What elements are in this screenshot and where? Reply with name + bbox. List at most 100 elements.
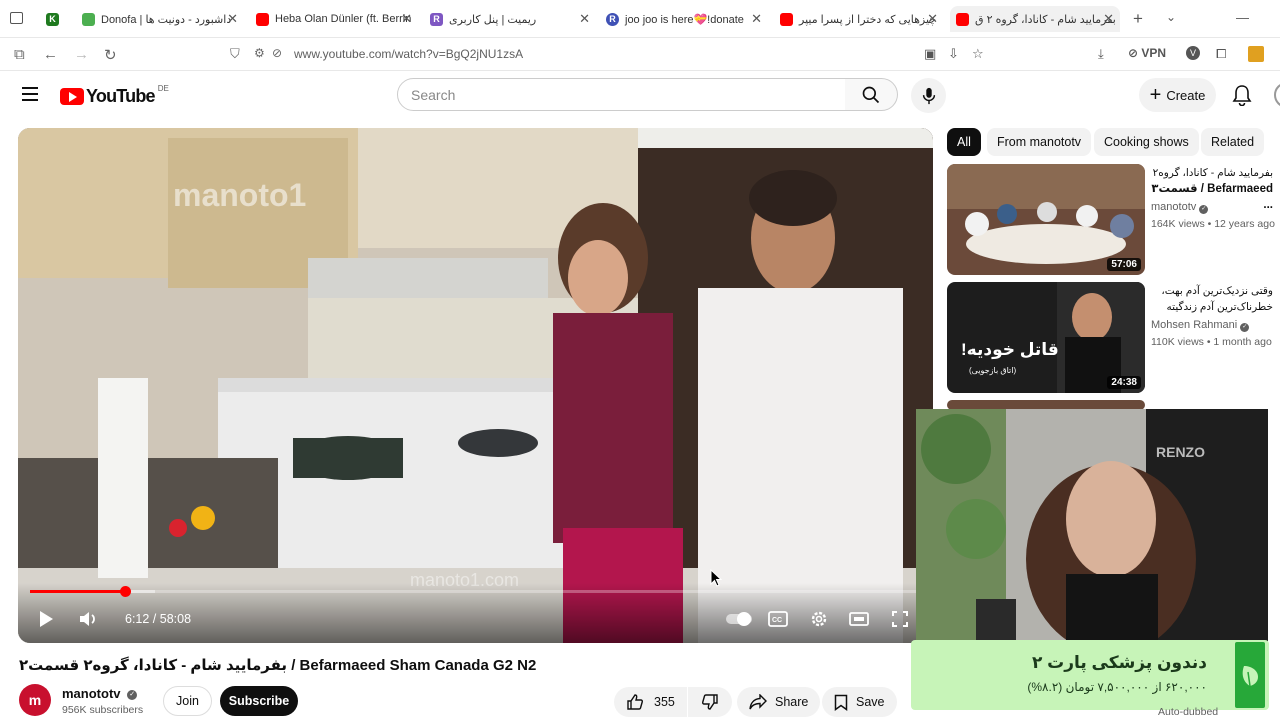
search-input[interactable]: Search: [397, 78, 846, 111]
microphone-icon: [922, 87, 935, 104]
back-arrow-icon[interactable]: ←: [43, 46, 58, 63]
recommended-thumbnail[interactable]: قاتل خودیه! (اتاق بازجویی) 24:38: [947, 282, 1145, 393]
forward-arrow-icon[interactable]: →: [74, 46, 89, 63]
recommended-title-line: بفرمایید شام - کانادا، گروه۲: [1152, 167, 1273, 179]
tracking-off-icon[interactable]: ⊘: [272, 46, 282, 60]
theater-mode-button[interactable]: [847, 607, 871, 631]
thumbs-up-icon: [627, 694, 643, 710]
tab-7-active[interactable]: بفرمایید شام - کانادا، گروه ۲ ق ✕: [950, 6, 1120, 32]
k-favicon-icon: K: [46, 12, 59, 26]
reload-icon[interactable]: ↻: [104, 46, 117, 64]
recommended-title[interactable]: وقتی نزدیک‌ترین آدم بهت، خطرناک‌ترین آدم…: [1151, 283, 1273, 315]
progress-played: [30, 590, 126, 593]
play-icon: [40, 611, 53, 627]
join-button[interactable]: Join: [163, 686, 212, 716]
extensions-icon[interactable]: ⧠: [1216, 46, 1226, 62]
voice-search-button[interactable]: [911, 78, 946, 113]
recommended-channel[interactable]: Mohsen Rahmani ✓: [1151, 319, 1250, 332]
create-label: Create: [1166, 87, 1206, 103]
menu-icon[interactable]: [22, 87, 38, 101]
share-icon: [749, 694, 767, 710]
image-icon[interactable]: ▣: [924, 46, 936, 62]
verified-icon: ✓: [127, 689, 138, 700]
progress-bar[interactable]: [30, 586, 921, 597]
like-count: 355: [654, 695, 675, 709]
download-page-icon[interactable]: ⇩: [948, 46, 959, 62]
tab-manager-icon[interactable]: [10, 12, 23, 24]
recommended-thumbnail[interactable]: 57:06: [947, 164, 1145, 275]
mouse-cursor-icon: [710, 569, 722, 587]
autoplay-toggle[interactable]: [725, 607, 753, 631]
save-button[interactable]: Save: [822, 687, 897, 717]
sidebar-toggle-icon[interactable]: ⧉: [14, 46, 25, 63]
svg-text:CC: CC: [772, 617, 782, 624]
search-icon: [862, 86, 880, 103]
recommended-meta: 164K views • 12 years ago: [1151, 218, 1275, 230]
vpn-button[interactable]: ⊘ VPN: [1128, 46, 1166, 60]
minimize-icon[interactable]: —: [1236, 10, 1249, 25]
tab-2[interactable]: داشبورد - دونیت ها | Donofa ✕: [82, 6, 238, 32]
gear-icon: [811, 611, 827, 627]
verified-icon: ✓: [1199, 205, 1209, 214]
video-player[interactable]: manoto1 manoto1.com 6:12 / 58:08 CC: [18, 128, 933, 643]
search-button[interactable]: [845, 78, 898, 111]
vpn-label: VPN: [1141, 46, 1167, 60]
chip-related[interactable]: Related: [1201, 128, 1265, 156]
plus-icon: +: [1149, 84, 1162, 106]
url-field[interactable]: www.youtube.com/watch?v=BgQ2jNU1zsA: [294, 47, 523, 61]
watermark-text: manoto1: [173, 177, 306, 213]
recommended-title-line: وقتی نزدیک‌ترین آدم بهت،: [1161, 285, 1273, 297]
chip-all[interactable]: All: [947, 128, 981, 156]
bookmark-star-icon[interactable]: ☆: [972, 46, 984, 62]
create-button[interactable]: + Create: [1139, 78, 1216, 112]
shield-icon[interactable]: ⛉: [230, 46, 240, 62]
fullscreen-button[interactable]: [888, 607, 912, 631]
share-label: Share: [775, 695, 809, 709]
account-avatar[interactable]: [1274, 82, 1280, 108]
volume-button[interactable]: [77, 607, 101, 631]
autoplay-icon: [726, 612, 752, 626]
channel-avatar[interactable]: m: [19, 684, 51, 716]
tab-1[interactable]: K: [46, 6, 62, 32]
play-button[interactable]: [34, 607, 58, 631]
tab-list-chevron-icon[interactable]: ⌄: [1166, 10, 1176, 24]
tab-5[interactable]: R joo joo is here💝!donate ✕: [606, 6, 762, 32]
close-icon[interactable]: ✕: [751, 11, 762, 27]
avatar[interactable]: [1248, 46, 1264, 62]
search-placeholder: Search: [411, 86, 456, 103]
tab-3[interactable]: Heba Olan Dünler (ft. Berrin ✕: [256, 6, 412, 32]
share-button[interactable]: Share: [737, 687, 821, 717]
site-settings-icon[interactable]: ⚙: [254, 46, 265, 60]
youtube-header: YouTube DE Search + Create: [0, 72, 1280, 118]
dislike-button[interactable]: [688, 687, 732, 717]
tab-4[interactable]: R ریمیت | پنل کاربری ✕: [430, 6, 590, 32]
notifications-button[interactable]: [1232, 84, 1252, 111]
tab-label: Heba Olan Dünler (ft. Berrin: [275, 13, 412, 25]
close-icon[interactable]: ✕: [227, 11, 238, 27]
close-icon[interactable]: ✕: [579, 11, 590, 27]
chip-from-channel[interactable]: From manototv: [987, 128, 1092, 156]
donofa-favicon-icon: [82, 12, 95, 26]
donation-goal-title: دندون پزشکی پارت ۲: [1032, 653, 1207, 672]
new-tab-icon[interactable]: +: [1133, 9, 1143, 29]
recommended-channel[interactable]: manototv ✓: [1151, 201, 1209, 214]
browser-tab-bar: K داشبورد - دونیت ها | Donofa ✕ Heba Ola…: [0, 0, 1280, 38]
tab-6[interactable]: چیزهایی که دخترا از پسرا میپر ✕: [780, 6, 938, 32]
captions-button[interactable]: CC: [766, 607, 790, 631]
tab-label: joo joo is here💝!donate: [625, 13, 744, 26]
channel-name[interactable]: manototv ✓: [62, 686, 138, 701]
like-button[interactable]: 355: [614, 687, 687, 717]
youtube-logo[interactable]: YouTube DE: [60, 84, 169, 107]
subscribe-button[interactable]: Subscribe: [220, 686, 298, 716]
webcam-overlay: RENZO: [916, 409, 1268, 642]
close-icon[interactable]: ✕: [927, 11, 938, 27]
close-icon[interactable]: ✕: [401, 11, 412, 27]
settings-button[interactable]: [807, 607, 831, 631]
downloads-icon[interactable]: ⤓: [1098, 46, 1104, 62]
close-icon[interactable]: ✕: [1103, 11, 1114, 27]
chip-cooking-shows[interactable]: Cooking shows: [1094, 128, 1199, 156]
save-label: Save: [856, 695, 885, 709]
thumbnail-subheadline: (اتاق بازجویی): [969, 366, 1017, 375]
address-bar: ⧉ ← → ↻ ⛉ ⚙ ⊘ www.youtube.com/watch?v=Bg…: [0, 38, 1280, 71]
profile-v-icon[interactable]: V: [1186, 46, 1200, 60]
